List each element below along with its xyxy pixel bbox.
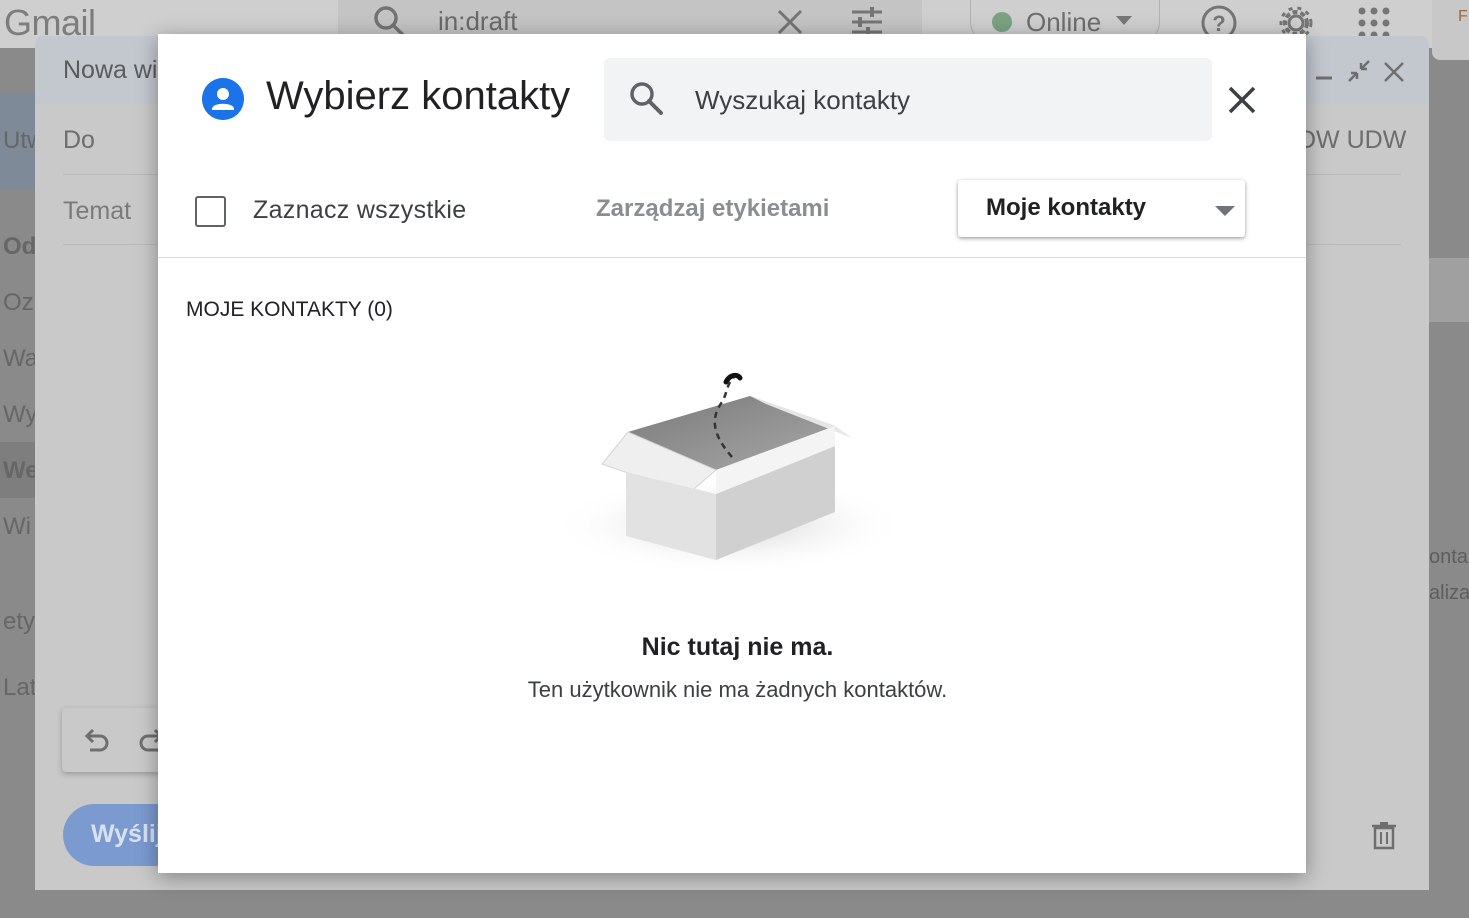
search-icon[interactable]	[372, 4, 406, 38]
expand-icon[interactable]	[1346, 58, 1372, 84]
close-icon[interactable]	[1382, 60, 1406, 84]
contacts-icon	[202, 78, 244, 120]
sidebar-item[interactable]: Wa	[3, 345, 38, 373]
close-icon[interactable]	[1224, 82, 1260, 118]
svg-text:?: ?	[1212, 11, 1225, 36]
right-panel-band	[1429, 258, 1469, 322]
minimize-icon[interactable]	[1314, 62, 1334, 82]
close-icon[interactable]	[776, 8, 804, 36]
subject-field[interactable]: Temat	[63, 197, 131, 226]
sidebar-item[interactable]: Od	[3, 233, 36, 261]
cc-bcc-links[interactable]: DW UDW	[1298, 126, 1406, 155]
sidebar-item-drafts[interactable]: We	[3, 457, 39, 485]
undo-icon[interactable]	[80, 724, 112, 756]
gmail-search-query: in:draft	[438, 6, 518, 36]
trash-icon[interactable]	[1370, 820, 1398, 850]
apps-icon[interactable]	[1357, 6, 1391, 40]
empty-state-title: Nic tutaj nie ma.	[641, 633, 834, 661]
to-field-label[interactable]: Do	[63, 126, 95, 155]
dropdown-selected-value: Moje kontakty	[986, 194, 1147, 221]
select-all-checkbox[interactable]	[195, 196, 226, 227]
sidebar-item[interactable]: Wi	[3, 513, 31, 541]
chevron-down-icon	[1215, 206, 1235, 216]
sidebar-labels-header: ety	[3, 608, 36, 635]
chevron-down-icon	[1116, 16, 1132, 25]
send-button-label: Wyślij	[91, 820, 163, 848]
empty-box-illustration	[550, 372, 910, 575]
divider	[158, 257, 1306, 258]
dialog-title: Wybierz kontakty	[266, 74, 571, 118]
sidebar-item[interactable]: Wy	[3, 401, 37, 429]
compose-title: Nowa wi	[63, 56, 158, 84]
right-panel-text: aliza	[1429, 582, 1469, 604]
select-all-label[interactable]: Zaznacz wszystkie	[253, 196, 467, 225]
manage-labels-button[interactable]: Zarządzaj etykietami	[596, 195, 829, 223]
account-initial: F	[1458, 8, 1468, 25]
section-header: MOJE KONTAKTY (0)	[186, 298, 393, 321]
sidebar-item[interactable]: Oz	[3, 289, 34, 317]
search-icon[interactable]	[628, 80, 664, 116]
right-panel-text: onta:	[1429, 546, 1469, 568]
contact-search-input[interactable]	[695, 82, 1195, 118]
online-status-dot	[992, 12, 1012, 32]
empty-state-subtitle: Ten użytkownik nie ma żadnych kontaktów.	[527, 677, 948, 702]
